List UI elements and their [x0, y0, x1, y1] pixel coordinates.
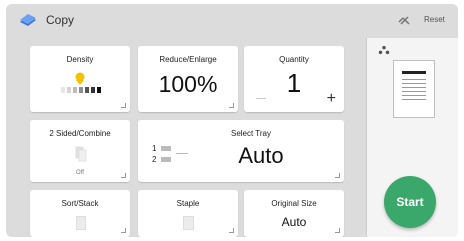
reduce-enlarge-label: Reduce/Enlarge — [159, 55, 217, 64]
header-bar: Copy Reset — [6, 4, 458, 38]
reset-button[interactable]: Reset — [424, 15, 445, 24]
copy-stack-icon — [378, 45, 390, 55]
density-tile[interactable]: Density — [30, 46, 130, 112]
tray-1-label: 1 — [152, 144, 157, 153]
reduce-enlarge-tile[interactable]: Reduce/Enlarge 100% — [138, 46, 238, 112]
quantity-tile[interactable]: Quantity 1 + — [244, 46, 344, 112]
quantity-label: Quantity — [279, 55, 309, 64]
original-size-value: Auto — [281, 215, 307, 229]
copy-icon — [20, 14, 36, 26]
density-level-icon — [61, 72, 101, 93]
tile-corner-mark — [229, 228, 234, 233]
start-button[interactable]: Start — [384, 176, 436, 228]
app-title: Copy — [46, 13, 75, 27]
select-tray-value: Auto — [238, 143, 284, 168]
sort-stack-label: Sort/Stack — [61, 199, 99, 208]
select-tray-tile[interactable]: Select Tray 1 2 Auto — [138, 120, 344, 182]
tile-corner-mark — [121, 173, 126, 178]
select-tray-label: Select Tray — [230, 129, 271, 138]
tile-corner-mark — [121, 103, 126, 108]
tile-corner-mark — [121, 228, 126, 233]
copy-app-window: Copy Reset Density Reduce/Enlarge 100% Q… — [6, 4, 458, 237]
two-sided-combine-tile[interactable]: 2 Sided/Combine Off — [30, 120, 130, 182]
staple-tile[interactable]: Staple — [138, 190, 238, 237]
check-icon[interactable] — [398, 15, 410, 25]
sort-stack-tile[interactable]: Sort/Stack — [30, 190, 130, 237]
reduce-enlarge-value: 100% — [158, 71, 218, 97]
two-sided-state: Off — [76, 170, 84, 176]
staple-icon — [183, 216, 194, 230]
tile-corner-mark — [229, 103, 234, 108]
original-size-tile[interactable]: Original Size Auto — [244, 190, 344, 237]
tray-2-label: 2 — [152, 155, 157, 164]
tile-corner-mark — [335, 173, 340, 178]
sort-stack-icon — [76, 216, 86, 230]
original-size-label: Original Size — [271, 199, 317, 208]
page-preview — [393, 60, 435, 118]
quantity-minus-icon[interactable] — [256, 98, 266, 99]
quantity-plus-button[interactable]: + — [327, 90, 336, 108]
tile-corner-mark — [335, 228, 340, 233]
staple-label: Staple — [176, 199, 200, 208]
